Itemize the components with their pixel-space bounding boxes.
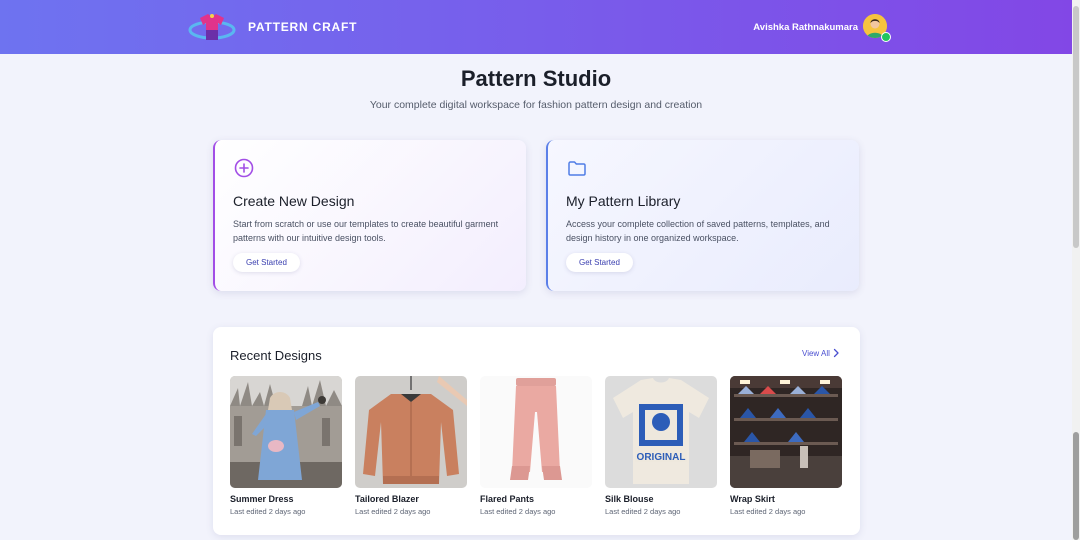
design-card-summer-dress[interactable]: Summer Dress Last edited 2 days ago [230,376,342,516]
top-navigation-bar: PATTERN CRAFT Avishka Rathnakumara [0,0,1072,54]
last-edited-text: Last edited 2 days ago [355,507,431,516]
hanger-shirt-logo-icon[interactable] [188,8,236,46]
get-started-button[interactable]: Get Started [233,253,300,272]
last-edited-text: Last edited 2 days ago [605,507,681,516]
online-status-indicator [881,32,891,42]
create-new-design-card[interactable]: Create New Design Start from scratch or … [213,140,526,291]
page-subtitle: Your complete digital workspace for fash… [369,99,703,111]
card-title: My Pattern Library [566,193,681,209]
pink-joggers-photo[interactable] [480,376,592,488]
design-name[interactable]: Summer Dress [230,494,294,504]
design-name[interactable]: Tailored Blazer [355,494,419,504]
last-edited-text: Last edited 2 days ago [480,507,556,516]
card-description: Access your complete collection of saved… [566,219,830,243]
design-name[interactable]: Flared Pants [480,494,534,504]
view-all-link[interactable]: View All [802,349,830,358]
design-card-wrap-skirt[interactable]: Wrap Skirt Last edited 2 days ago [730,376,842,516]
design-name[interactable]: Silk Blouse [605,494,654,504]
card-description: Start from scratch or use our templates … [233,219,499,243]
peach-bomber-jacket-photo[interactable] [355,376,467,488]
design-name[interactable]: Wrap Skirt [730,494,775,504]
scrollbar-thumb[interactable] [1073,6,1079,248]
plus-circle-icon [234,158,254,178]
section-title: Recent Designs [230,348,322,363]
pattern-library-card[interactable]: My Pattern Library Access your complete … [546,140,859,291]
clothing-store-shelves-photo[interactable] [730,376,842,488]
user-name[interactable]: Avishka Rathnakumara [753,22,858,33]
last-edited-text: Last edited 2 days ago [730,507,806,516]
design-card-tailored-blazer[interactable]: Tailored Blazer Last edited 2 days ago [355,376,467,516]
last-edited-text: Last edited 2 days ago [230,507,306,516]
card-title: Create New Design [233,193,355,209]
brand-name[interactable]: PATTERN CRAFT [248,20,357,34]
get-started-button[interactable]: Get Started [566,253,633,272]
woman-blue-coat-photo[interactable] [230,376,342,488]
design-card-silk-blouse[interactable]: ORIGINAL Silk Blouse Last edited 2 days … [605,376,717,516]
folder-icon [568,161,586,176]
svg-text:ORIGINAL: ORIGINAL [637,452,686,463]
design-card-flared-pants[interactable]: Flared Pants Last edited 2 days ago [480,376,592,516]
scrollbar-thumb-lower[interactable] [1073,432,1079,540]
page-title: Pattern Studio [460,66,612,91]
recent-designs-panel: Recent Designs View All Summer Dress Las… [213,327,860,535]
graphic-tshirt-photo[interactable]: ORIGINAL [605,376,717,488]
chevron-right-icon[interactable] [832,348,840,358]
